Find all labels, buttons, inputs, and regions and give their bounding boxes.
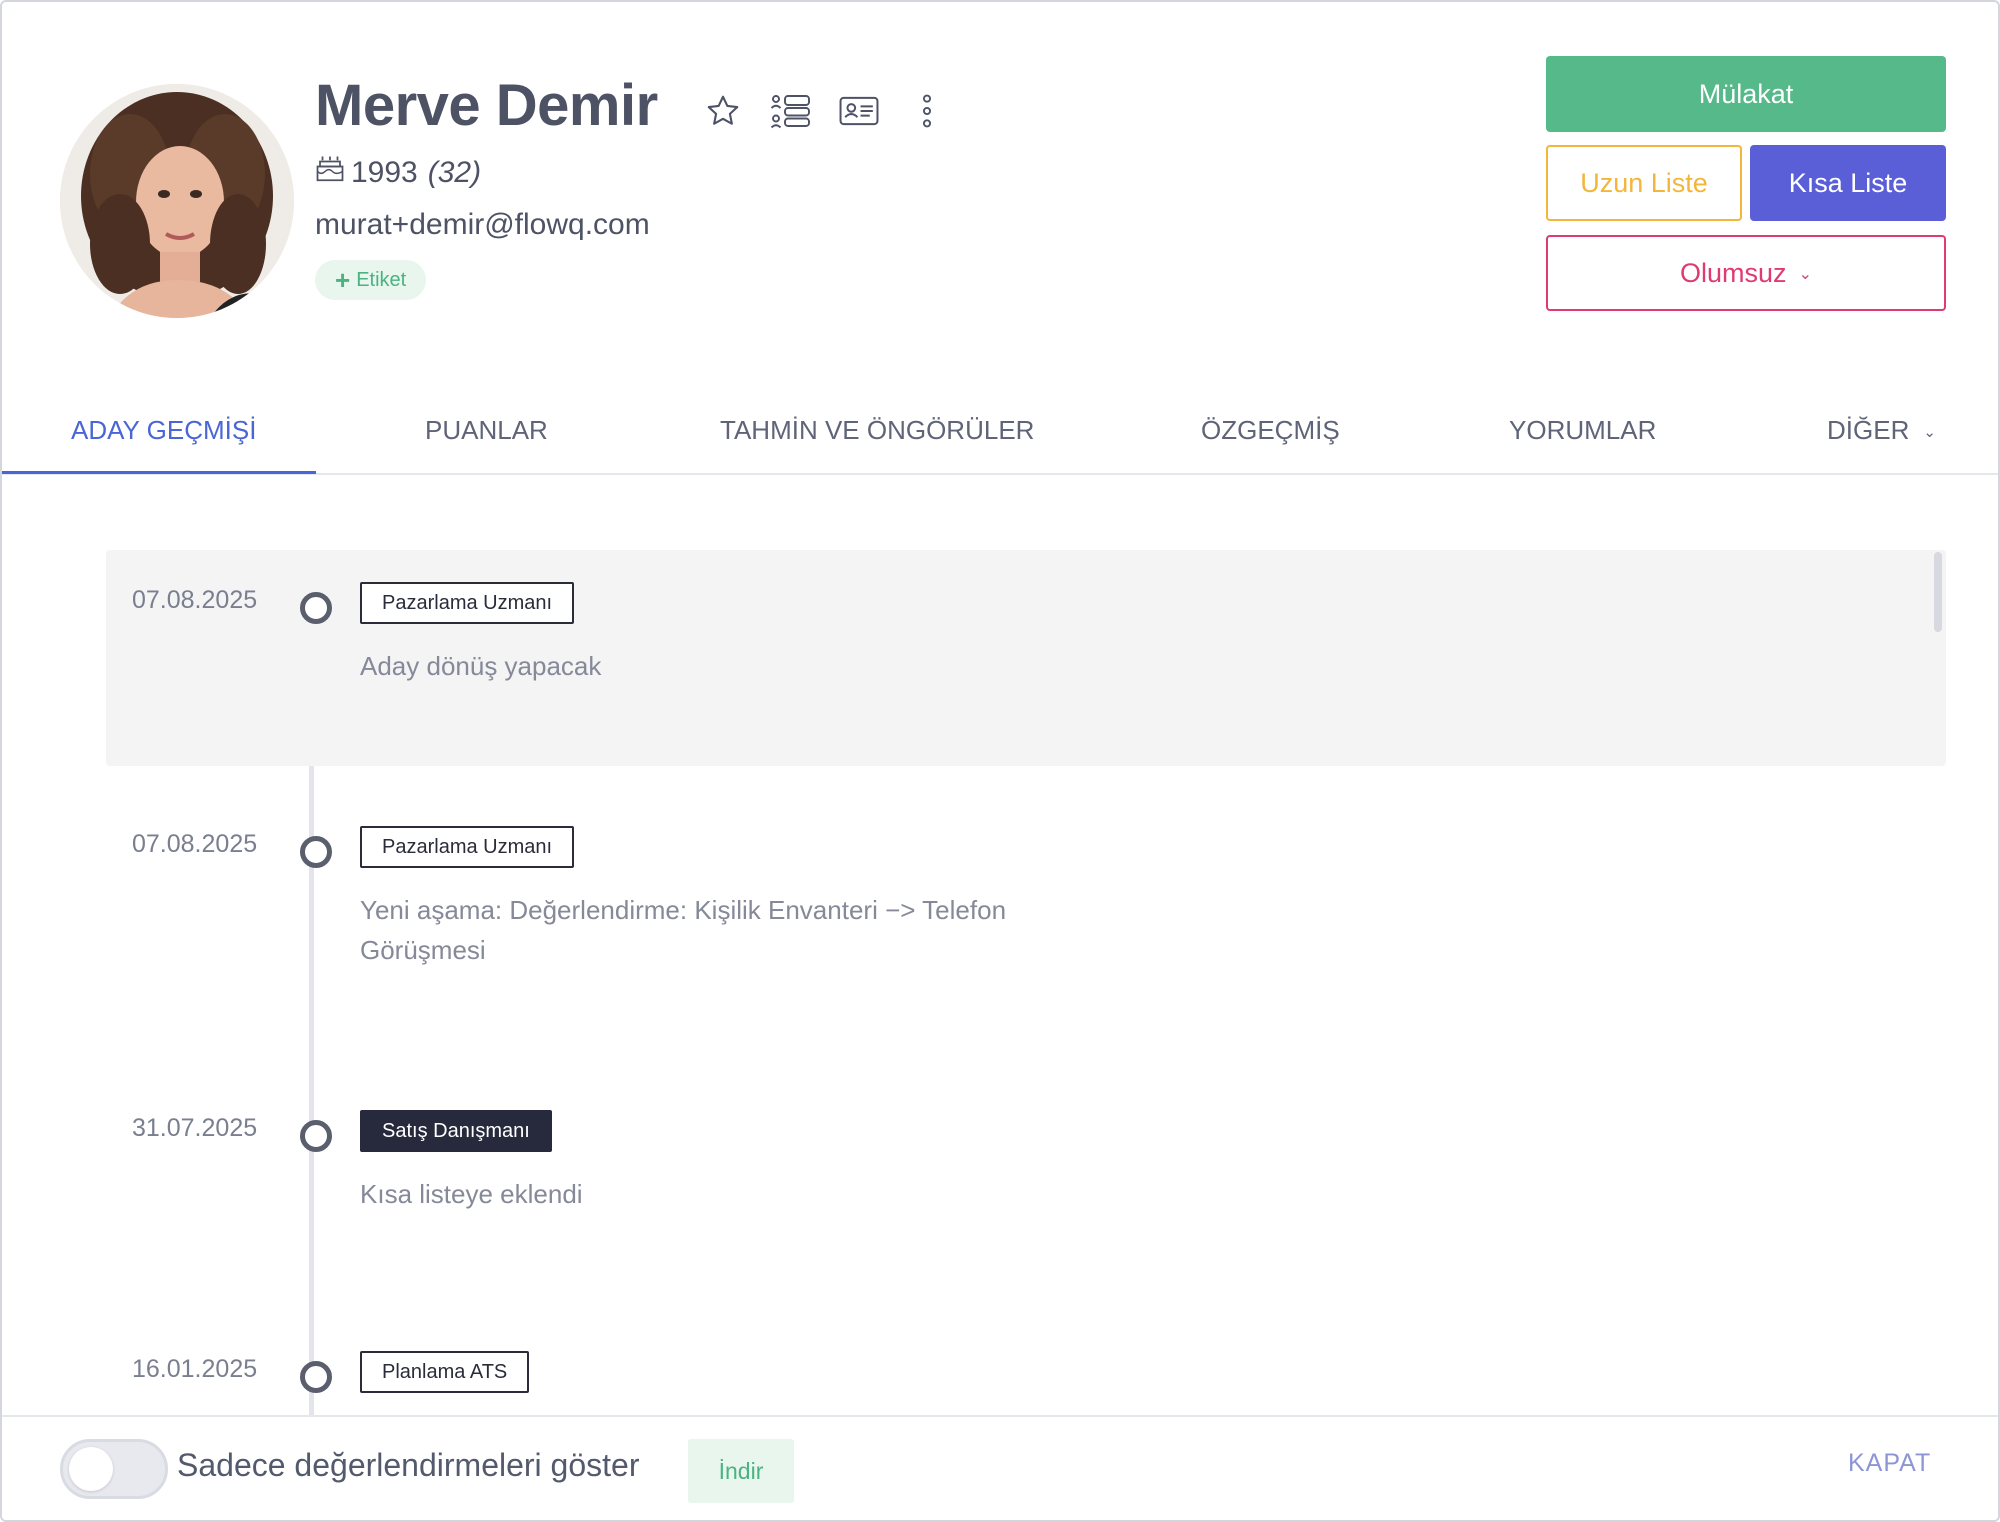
entry-date: 16.01.2025 — [132, 1355, 258, 1383]
entry-date: 07.08.2025 — [132, 830, 258, 858]
chevron-down-icon: ⌄ — [1798, 266, 1812, 283]
add-tag-label: Etiket — [356, 268, 407, 291]
timeline-dot — [300, 592, 332, 624]
candidate-modal: Merve Demir 1993 (32) murat+demir@flowq.… — [0, 0, 2000, 1522]
tab-scores[interactable]: PUANLAR — [425, 387, 548, 473]
star-icon[interactable] — [702, 90, 744, 132]
age: (32) — [427, 156, 482, 189]
tab-comments[interactable]: YORUMLAR — [1509, 387, 1656, 473]
close-button[interactable]: KAPAT — [1848, 1449, 1931, 1478]
reject-button[interactable]: Olumsuz ⌄ — [1546, 235, 1946, 311]
modal-footer: Sadece değerlendirmeleri göster İndir KA… — [2, 1415, 1998, 1520]
position-badge: Pazarlama Uzmanı — [360, 582, 575, 624]
tab-other[interactable]: DİĞER ⌄ — [1827, 387, 1936, 473]
interview-button[interactable]: Mülakat — [1546, 56, 1946, 132]
evaluations-only-toggle[interactable] — [60, 1439, 168, 1499]
download-button[interactable]: İndir — [688, 1439, 794, 1503]
entry-description: Aday dönüş yapacak — [360, 651, 602, 681]
scrollbar-thumb[interactable] — [1934, 552, 1942, 632]
tab-resume[interactable]: ÖZGEÇMİŞ — [1201, 387, 1340, 473]
plus-icon: + — [335, 265, 351, 295]
timeline-dot — [300, 1361, 332, 1393]
tab-other-label: DİĞER — [1827, 414, 1910, 445]
avatar — [60, 84, 294, 318]
email: murat+demir@flowq.com — [315, 208, 650, 241]
entry-date: 31.07.2025 — [132, 1114, 258, 1142]
position-badge: Satış Danışmanı — [360, 1110, 552, 1152]
birth-year: 1993 — [351, 156, 418, 189]
pipeline-icon[interactable] — [770, 90, 812, 132]
short-list-button[interactable]: Kısa Liste — [1750, 145, 1946, 221]
entry-description: Kısa listeye eklendi — [360, 1179, 583, 1209]
tab-candidate-history[interactable]: ADAY GEÇMİŞİ — [71, 387, 256, 473]
timeline-dot — [300, 836, 332, 868]
birth-info: 1993 (32) — [315, 154, 481, 192]
position-badge: Planlama ATS — [360, 1351, 530, 1393]
entry-date: 07.08.2025 — [132, 586, 258, 614]
reject-label: Olumsuz — [1680, 257, 1787, 288]
birthday-cake-icon — [315, 154, 345, 192]
history-timeline: 07.08.2025 Pazarlama Uzmanı Aday dönüş y… — [2, 472, 1998, 1416]
more-vertical-icon[interactable] — [906, 90, 948, 132]
long-list-button[interactable]: Uzun Liste — [1546, 145, 1742, 221]
tab-bar: ADAY GEÇMİŞİ PUANLAR TAHMİN VE ÖNGÖRÜLER… — [2, 387, 1998, 475]
entry-description: Yeni aşama: Değerlendirme: Kişilik Envan… — [360, 895, 1007, 965]
id-card-icon[interactable] — [838, 90, 880, 132]
add-tag-button[interactable]: + Etiket — [315, 260, 427, 300]
tab-predictions[interactable]: TAHMİN VE ÖNGÖRÜLER — [720, 387, 1034, 473]
toggle-knob — [69, 1447, 113, 1491]
timeline-dot — [300, 1120, 332, 1152]
position-badge: Pazarlama Uzmanı — [360, 826, 575, 868]
toggle-label: Sadece değerlendirmeleri göster — [177, 1447, 640, 1483]
header-icon-group — [702, 90, 948, 132]
candidate-name: Merve Demir — [315, 73, 658, 138]
chevron-down-icon: ⌄ — [1923, 424, 1936, 441]
